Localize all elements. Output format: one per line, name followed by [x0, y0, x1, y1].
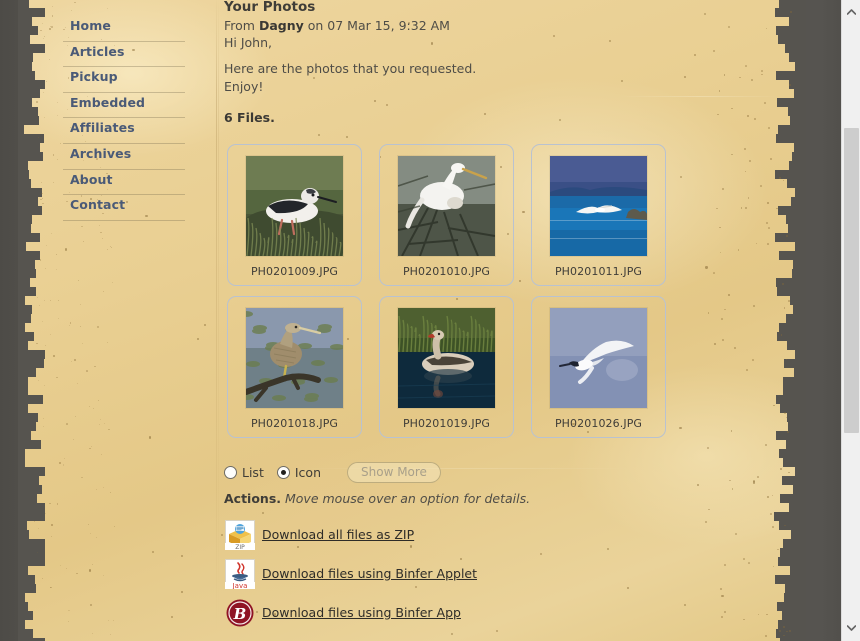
file-count-label: 6 Files.: [224, 110, 275, 125]
file-thumbnail-grid: PH0201009.JPG PH0201010.JPG PH0201011.JPG P…: [227, 144, 677, 448]
scroll-down-arrow-icon[interactable]: [842, 618, 860, 637]
sidebar-item-contact[interactable]: Contact: [63, 195, 185, 221]
page-title: Your Photos: [224, 0, 316, 15]
file-card[interactable]: PH0201010.JPG: [379, 144, 514, 286]
sidebar-item-about[interactable]: About: [63, 170, 185, 196]
sidebar-item-pickup[interactable]: Pickup: [63, 67, 185, 93]
sidebar-item-embedded[interactable]: Embedded: [63, 93, 185, 119]
action-link[interactable]: Download files using Binfer Applet: [262, 566, 477, 581]
svg-text:B: B: [233, 605, 247, 623]
zip-box-icon: ZIP: [224, 519, 256, 551]
action-download-app[interactable]: B Download files using Binfer App: [224, 593, 644, 632]
file-card[interactable]: PH0201011.JPG: [531, 144, 666, 286]
scrollbar-thumb[interactable]: [844, 128, 859, 433]
message-body-line-2: Enjoy!: [224, 79, 264, 94]
sender-name: Dagny: [258, 18, 304, 33]
thumbnail-row: PH0201018.JPG PH0201019.JPG PH0201026.JPG: [227, 296, 677, 438]
file-card[interactable]: PH0201026.JPG: [531, 296, 666, 438]
thumbnail-row: PH0201009.JPG PH0201010.JPG PH0201011.JPG: [227, 144, 677, 286]
scroll-up-arrow-icon[interactable]: [842, 2, 860, 21]
binfer-logo-icon: B: [224, 597, 256, 629]
svg-text:ZIP: ZIP: [235, 544, 245, 550]
sidebar-nav: Home Articles Pickup Embedded Affiliates Arch…: [63, 16, 185, 221]
action-download-zip[interactable]: ZIP Download all files as ZIP: [224, 515, 644, 554]
action-download-applet[interactable]: Java Download files using Binfer Applet: [224, 554, 644, 593]
actions-heading: Actions. Move mouse over an option for d…: [224, 491, 530, 506]
java-applet-icon: Java: [224, 558, 256, 590]
file-name-label: PH0201009.JPG: [250, 265, 339, 278]
message-sender-line: From Dagny on 07 Mar 15, 9:32 AM: [224, 17, 769, 34]
message-body-line-1: Here are the photos that you requested.: [224, 61, 477, 76]
browser-viewport: Home Articles Pickup Embedded Affiliates Arch…: [0, 0, 860, 641]
cloud-download-icon: [224, 636, 256, 641]
radio-view-list-label[interactable]: List: [242, 465, 264, 480]
sidebar-item-articles[interactable]: Articles: [63, 42, 185, 68]
file-card[interactable]: PH0201009.JPG: [227, 144, 362, 286]
radio-view-list[interactable]: [224, 465, 237, 479]
file-thumbnail-image[interactable]: [550, 156, 647, 256]
show-more-button[interactable]: Show More: [347, 461, 441, 483]
from-prefix: From: [224, 18, 259, 33]
radio-view-icon[interactable]: [276, 465, 290, 479]
svg-text:Java: Java: [232, 582, 248, 589]
actions-heading-hint: Move mouse over an option for details.: [281, 491, 531, 506]
file-card[interactable]: PH0201019.JPG: [379, 296, 514, 438]
file-thumbnail-image[interactable]: [246, 308, 343, 408]
file-name-label: PH0201010.JPG: [402, 265, 491, 278]
action-link[interactable]: Download all files as ZIP: [262, 527, 414, 542]
radio-view-icon-label[interactable]: Icon: [295, 465, 321, 480]
view-toggle-row: List Icon Show More: [224, 461, 441, 483]
file-card[interactable]: PH0201018.JPG: [227, 296, 362, 438]
file-name-label: PH0201019.JPG: [402, 417, 491, 430]
file-thumbnail-image[interactable]: [550, 308, 647, 408]
message-greeting: Hi John,: [224, 35, 272, 50]
action-download-direct-partial[interactable]: [224, 632, 644, 641]
sidebar-item-home[interactable]: Home: [63, 16, 185, 42]
file-name-label: PH0201018.JPG: [250, 417, 339, 430]
message-panel: Your Photos From Dagny on 07 Mar 15, 9:3…: [224, 0, 769, 135]
sidebar-item-affiliates[interactable]: Affiliates: [63, 118, 185, 144]
file-name-label: PH0201011.JPG: [554, 265, 643, 278]
file-thumbnail-image[interactable]: [398, 156, 495, 256]
vertical-scrollbar[interactable]: [841, 0, 860, 641]
from-suffix: on 07 Mar 15, 9:32 AM: [303, 18, 450, 33]
action-link[interactable]: Download files using Binfer App: [262, 605, 461, 620]
actions-list: ZIP Download all files as ZIP Java Download…: [224, 515, 644, 641]
file-thumbnail-image[interactable]: [246, 156, 343, 256]
file-name-label: PH0201026.JPG: [554, 417, 643, 430]
file-thumbnail-image[interactable]: [398, 308, 495, 408]
sidebar-item-archives[interactable]: Archives: [63, 144, 185, 170]
actions-heading-bold: Actions.: [224, 491, 282, 506]
